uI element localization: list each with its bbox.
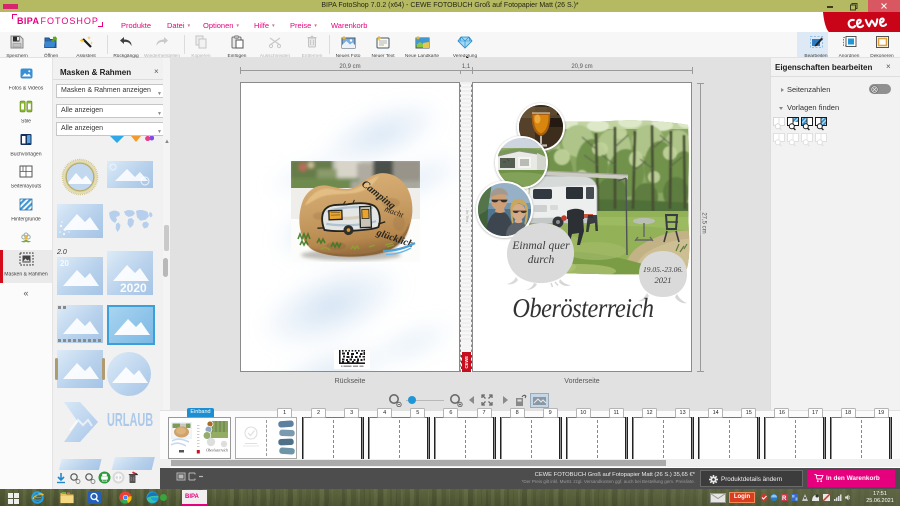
svg-text:20: 20 — [60, 259, 69, 268]
svg-text:Einmal quer: Einmal quer — [511, 240, 570, 252]
svg-text:19.05.-23.06.: 19.05.-23.06. — [643, 265, 683, 274]
svg-text:Oberösterreich: Oberösterreich — [206, 449, 228, 453]
svg-text:2021: 2021 — [655, 275, 672, 285]
svg-text:2020: 2020 — [120, 281, 147, 295]
svg-text:CEWE: CEWE — [464, 356, 469, 369]
svg-text:- Ihr Text -: - Ihr Text - — [465, 208, 469, 225]
svg-text:R: R — [782, 496, 787, 502]
svg-text:durch: durch — [528, 254, 555, 266]
